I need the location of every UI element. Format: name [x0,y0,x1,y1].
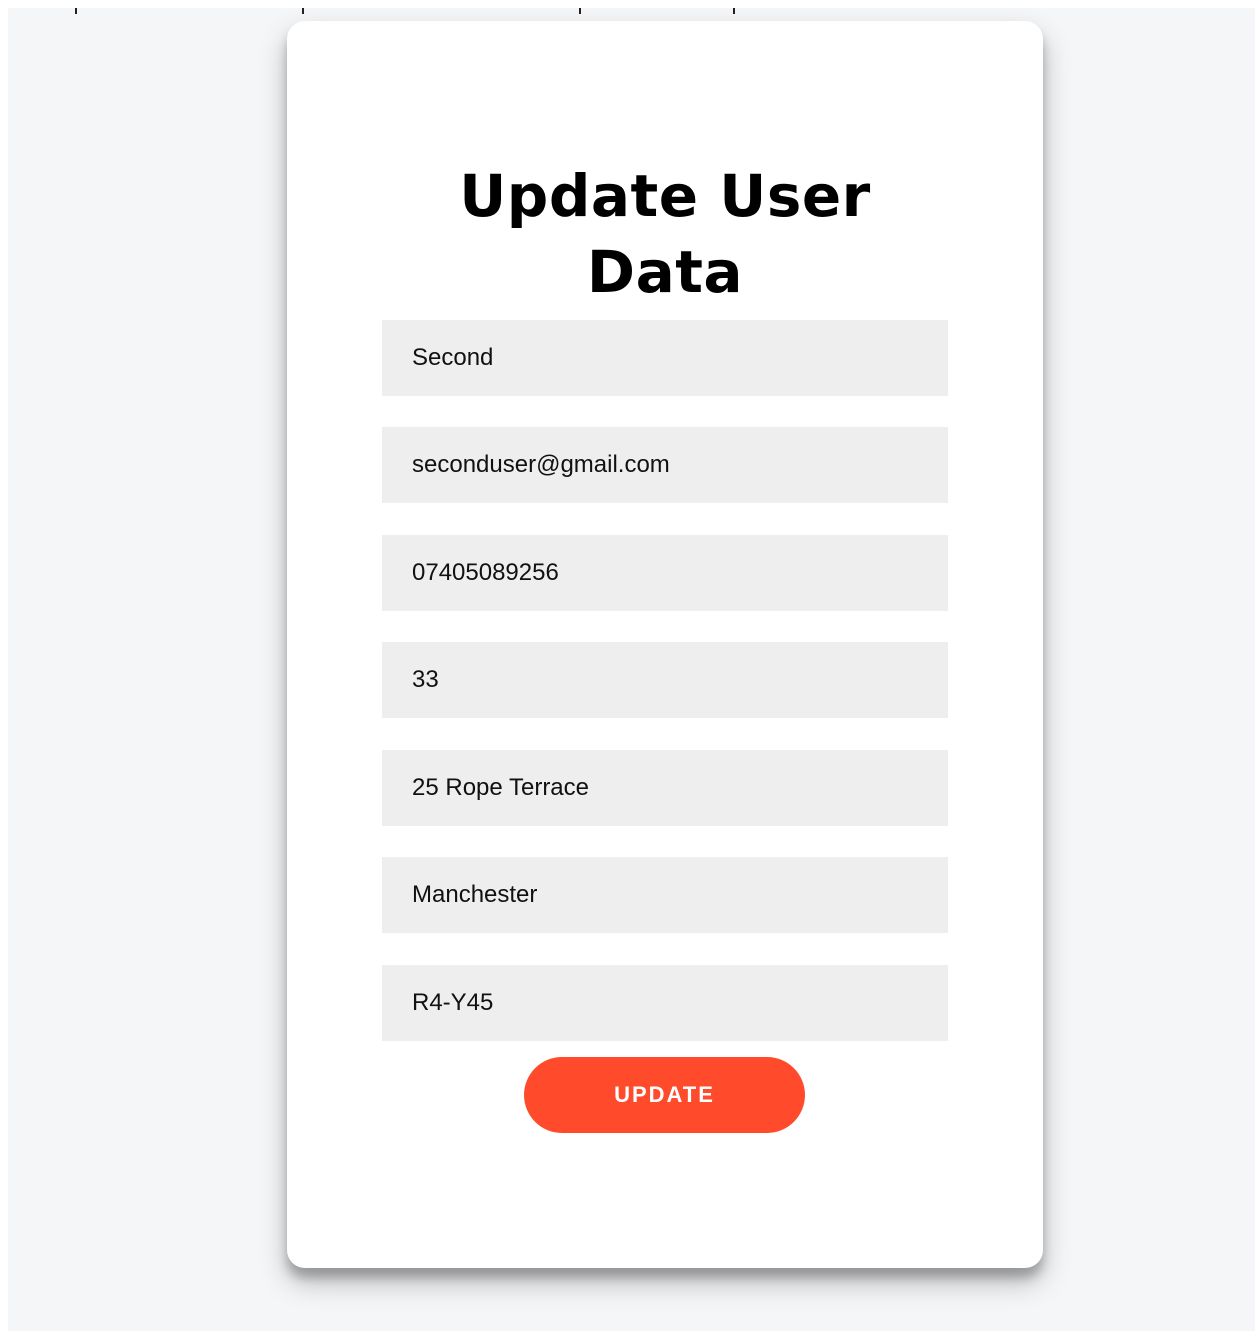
postcode-field[interactable] [382,965,948,1041]
city-field[interactable] [382,857,948,933]
update-button[interactable]: UPDATE [524,1057,805,1133]
house-number-field[interactable] [382,642,948,718]
page-title-line-2: Data [586,238,744,306]
top-clipped-edge [8,8,1255,14]
phone-field[interactable] [382,535,948,611]
page-title: Update User Data [287,158,1043,310]
email-field[interactable] [382,427,948,503]
street-field[interactable] [382,750,948,826]
page-background: Update User Data UPDATE [8,8,1255,1331]
page-title-line-1: Update User [459,162,871,230]
update-user-card: Update User Data UPDATE [287,21,1043,1268]
first-name-field[interactable] [382,320,948,396]
